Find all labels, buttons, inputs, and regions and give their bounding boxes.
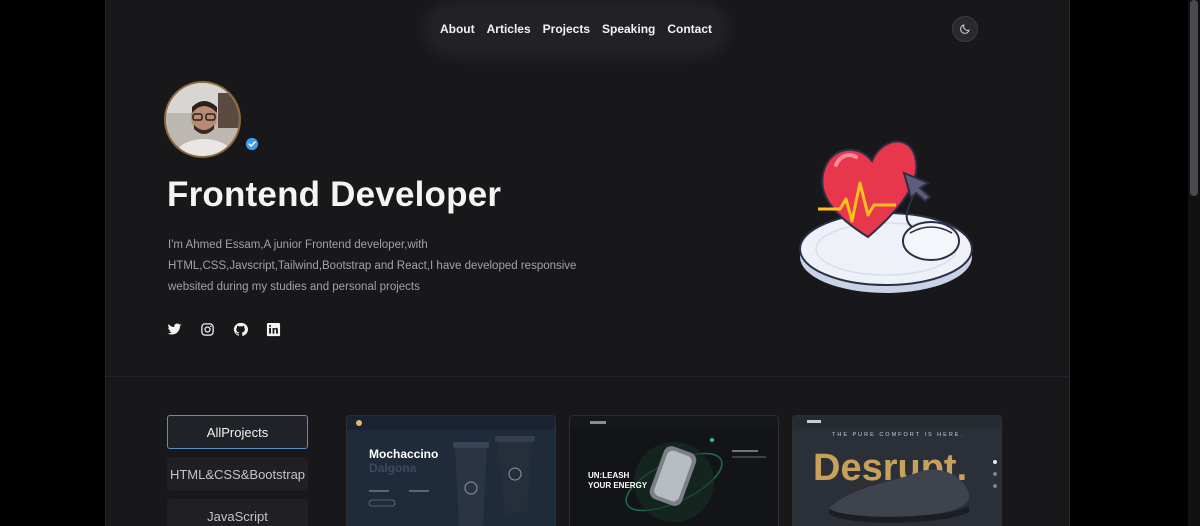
main-nav: About Articles Projects Speaking Contact <box>431 9 721 49</box>
heart-mouse-illustration <box>799 140 973 293</box>
github-icon[interactable] <box>233 322 248 337</box>
dalgona-title: Dalgona <box>369 461 417 475</box>
page-container: About Articles Projects Speaking Contact… <box>105 0 1070 526</box>
moon-icon <box>960 24 970 34</box>
nav-projects[interactable]: Projects <box>543 22 590 36</box>
nav-articles[interactable]: Articles <box>487 22 531 36</box>
filter-javascript[interactable]: JavaScript <box>167 499 308 526</box>
theme-toggle-button[interactable] <box>952 16 978 42</box>
project-card-mochaccino[interactable]: Mochaccino Dalgona <box>346 415 556 526</box>
nav-contact[interactable]: Contact <box>667 22 712 36</box>
twitter-icon[interactable] <box>167 322 182 337</box>
section-divider <box>106 376 1069 377</box>
avatar <box>164 81 241 158</box>
project-filters: AllProjects HTML&CSS&Bootstrap JavaScrip… <box>167 415 309 526</box>
verified-badge-icon <box>245 137 259 151</box>
unleash-title: UN:LEASH <box>588 471 630 480</box>
linkedin-icon[interactable] <box>266 322 281 337</box>
hero-title: Frontend Developer <box>167 175 502 214</box>
filter-html-css-bootstrap[interactable]: HTML&CSS&Bootstrap <box>167 457 308 491</box>
filter-all-projects[interactable]: AllProjects <box>167 415 308 449</box>
nav-about[interactable]: About <box>440 22 475 36</box>
nav-speaking[interactable]: Speaking <box>602 22 655 36</box>
scrollbar-thumb[interactable] <box>1190 0 1198 196</box>
project-card-desrupt[interactable]: THE PURE COMFORT IS HERE. Desrupt. <box>792 415 1002 526</box>
instagram-icon[interactable] <box>200 322 215 337</box>
mochaccino-title: Mochaccino <box>369 447 438 461</box>
social-links <box>167 322 281 337</box>
project-card-unleash[interactable]: UN:LEASH YOUR ENERGY <box>569 415 779 526</box>
desrupt-tagline: THE PURE COMFORT IS HERE. <box>832 432 964 438</box>
page-scrollbar[interactable] <box>1188 0 1200 526</box>
hero-description: I'm Ahmed Essam,A junior Frontend develo… <box>168 239 577 293</box>
your-energy-title: YOUR ENERGY <box>588 481 648 490</box>
